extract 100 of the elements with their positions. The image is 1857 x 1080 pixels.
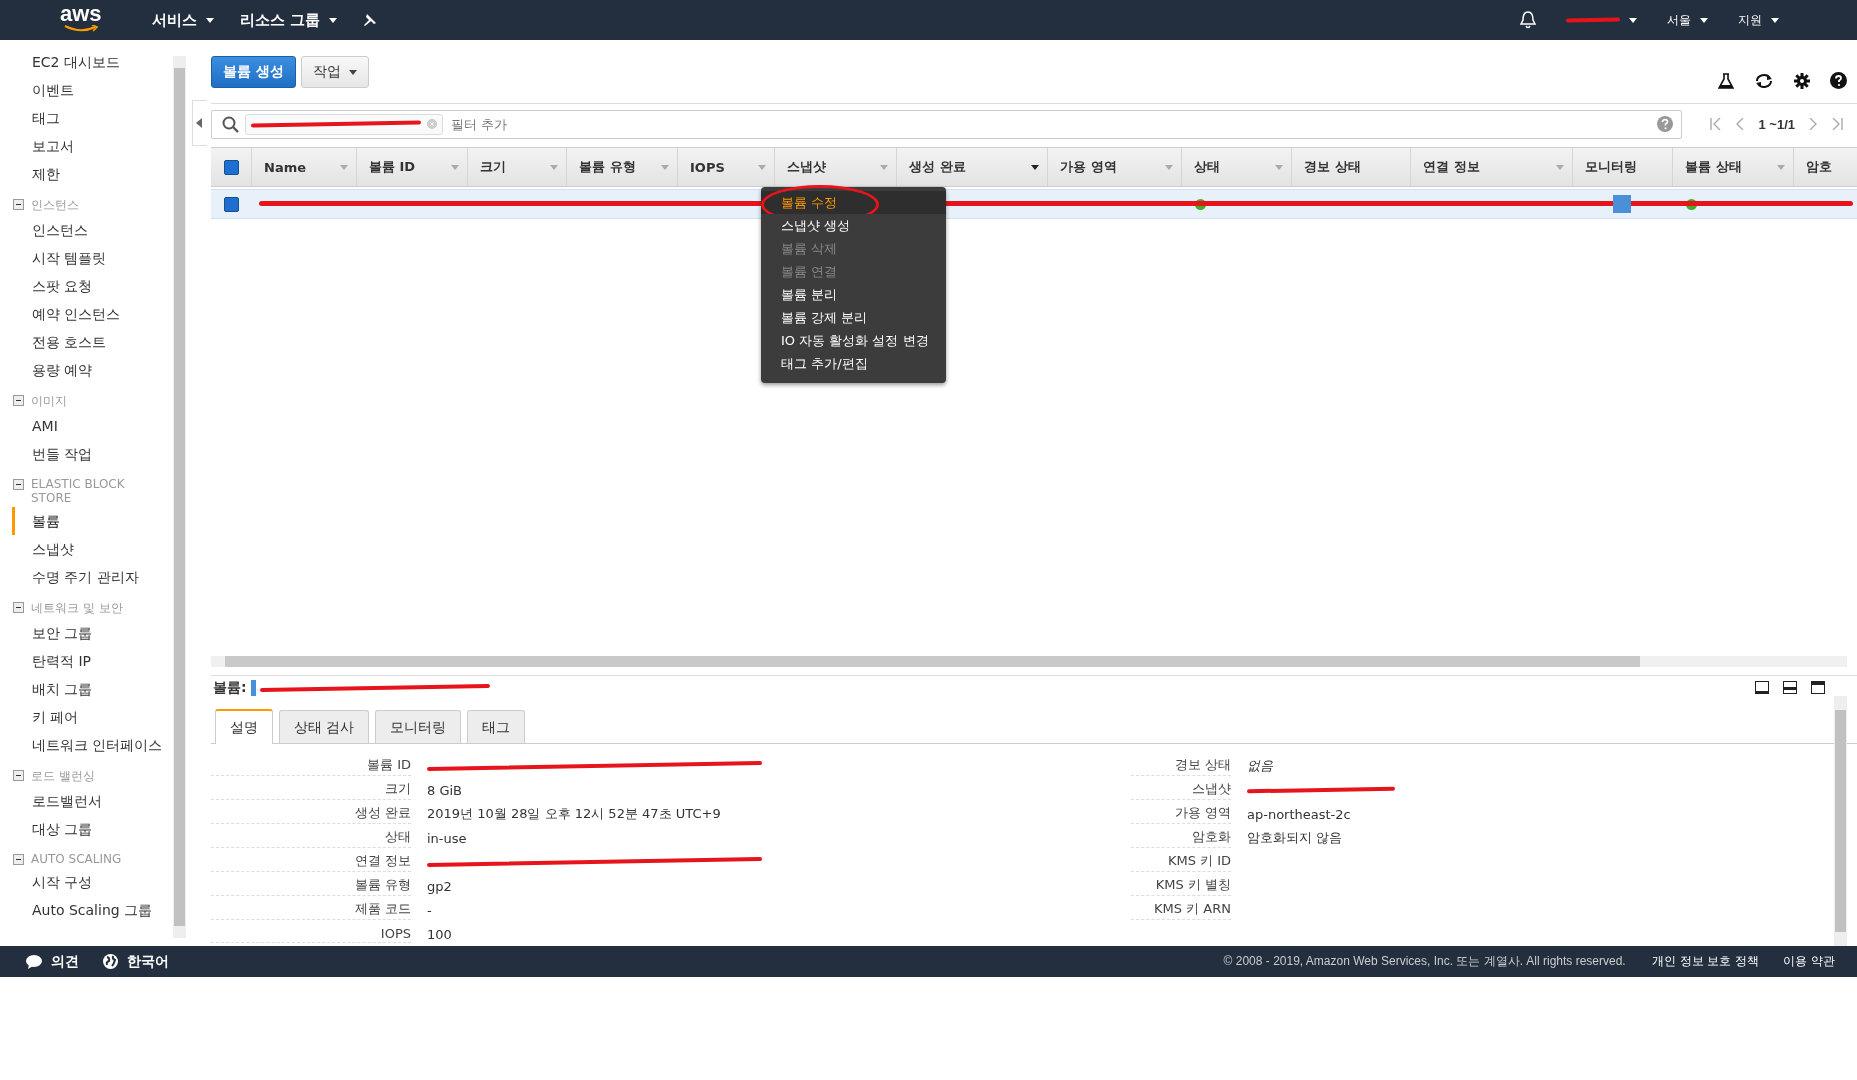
column-header[interactable]: IOPS — [677, 148, 774, 186]
sidebar-item[interactable]: 시작 구성 — [12, 868, 173, 896]
page-indicator: 1 ~1/1 — [1758, 116, 1795, 132]
section-heading: 이미지 — [31, 393, 68, 410]
pin-icon[interactable] — [362, 13, 377, 27]
sidebar-item[interactable]: 탄력적 IP — [12, 647, 173, 675]
menu-item[interactable]: 볼륨 분리 — [761, 283, 946, 306]
sidebar-item[interactable]: 예약 인스턴스 — [12, 300, 173, 328]
settings-icon[interactable] — [1794, 72, 1810, 89]
table-row[interactable] — [211, 189, 1857, 219]
field-value: 100 — [427, 926, 452, 942]
nav-menu[interactable]: 리소스 그룹 — [239, 10, 337, 30]
sidebar-item[interactable]: 태그 — [12, 104, 173, 132]
account-menu[interactable] — [1566, 17, 1637, 23]
sidebar-item[interactable]: Auto Scaling 그룹 — [12, 896, 173, 924]
menu-item[interactable]: 태그 추가/편집 — [761, 352, 946, 375]
sidebar-item[interactable]: 네트워크 인터페이스 — [12, 731, 173, 759]
sidebar-item[interactable]: 인스턴스 — [12, 216, 173, 244]
column-header[interactable]: 크기 — [467, 148, 566, 186]
vertical-scrollbar[interactable] — [1834, 696, 1847, 946]
aws-logo[interactable]: aws — [60, 7, 102, 33]
column-header[interactable]: 가용 영역 — [1047, 148, 1181, 186]
footer-link[interactable]: 이용 약관 — [1783, 953, 1835, 970]
menu-item[interactable]: 볼륨 강제 분리 — [761, 306, 946, 329]
filter-token[interactable] — [245, 113, 443, 135]
menu-item[interactable]: 스냅샷 생성 — [761, 214, 946, 237]
tab[interactable]: 설명 — [215, 709, 273, 744]
column-header[interactable]: 연결 정보 — [1410, 148, 1572, 186]
caret-icon — [348, 69, 357, 75]
sidebar-item[interactable]: 용량 예약 — [12, 356, 173, 384]
caret-icon — [196, 118, 204, 128]
column-header[interactable]: 볼륨 ID — [356, 148, 467, 186]
collapse-icon[interactable] — [13, 770, 24, 781]
select-all-checkbox[interactable] — [223, 159, 239, 175]
tab[interactable]: 상태 검사 — [279, 710, 370, 743]
sidebar-item[interactable]: 제한 — [12, 160, 173, 188]
sidebar-item[interactable]: AMI — [12, 412, 173, 440]
column-header[interactable]: 스냅샷 — [774, 148, 896, 186]
sidebar-item[interactable]: 보고서 — [12, 132, 173, 160]
sidebar-item[interactable]: 수명 주기 관리자 — [12, 563, 173, 591]
dock-top-icon[interactable] — [1811, 681, 1825, 694]
column-header[interactable]: Name — [251, 148, 356, 186]
field-label: 스냅샷 — [1131, 780, 1231, 800]
column-header[interactable]: 생성 완료 — [896, 148, 1047, 186]
column-header[interactable]: 볼륨 유형 — [566, 148, 677, 186]
field-label: KMS 키 ARN — [1131, 900, 1231, 920]
sidebar-item[interactable]: 대상 그룹 — [12, 815, 173, 843]
column-header[interactable]: 모니터링 — [1572, 148, 1672, 186]
sidebar-item[interactable]: 전용 호스트 — [12, 328, 173, 356]
collapse-button[interactable] — [192, 100, 207, 146]
help-icon[interactable] — [1830, 72, 1847, 89]
field-label: KMS 키 별칭 — [1131, 876, 1231, 896]
column-header[interactable]: 상태 — [1181, 148, 1291, 186]
field-label: 경보 상태 — [1131, 756, 1231, 776]
search-field[interactable]: 필터 추가 — [211, 109, 1683, 139]
collapse-icon[interactable] — [13, 199, 24, 210]
sidebar-item[interactable]: 키 페어 — [12, 703, 173, 731]
dock-bottom-icon[interactable] — [1755, 681, 1769, 694]
create-volume-button[interactable]: 볼륨 생성 — [211, 56, 296, 88]
sidebar-item[interactable]: 이벤트 — [12, 76, 173, 104]
field-label: 볼륨 ID — [211, 756, 411, 776]
column-header[interactable]: 암호 — [1793, 148, 1834, 186]
collapse-icon[interactable] — [13, 479, 24, 490]
filter-input[interactable]: 필터 추가 — [449, 115, 1652, 133]
sidebar-item[interactable]: EC2 대시보드 — [12, 48, 173, 76]
help-icon — [1657, 116, 1674, 132]
region-menu[interactable]: 서울 — [1667, 11, 1708, 29]
tab[interactable]: 태그 — [467, 710, 526, 743]
field-label: KMS 키 ID — [1131, 852, 1231, 872]
collapse-icon[interactable] — [13, 602, 24, 613]
support-menu[interactable]: 지원 — [1738, 11, 1779, 29]
collapse-icon[interactable] — [13, 854, 24, 865]
bell-icon[interactable] — [1520, 11, 1536, 29]
sidebar-item[interactable]: 배치 그룹 — [12, 675, 173, 703]
field-value: - — [427, 902, 432, 918]
sidebar-item[interactable]: 로드밸런서 — [12, 787, 173, 815]
sidebar-item[interactable]: 번들 작업 — [12, 440, 173, 468]
sidebar-item[interactable]: 스냅샷 — [12, 535, 173, 563]
sidebar-item[interactable]: 보안 그룹 — [12, 619, 173, 647]
menu-item[interactable]: 볼륨 수정 — [761, 191, 946, 214]
horizontal-scrollbar[interactable] — [211, 656, 1847, 667]
row-checkbox[interactable] — [223, 196, 239, 212]
sidebar-item[interactable]: 시작 템플릿 — [12, 244, 173, 272]
actions-dropdown[interactable]: 작업 — [300, 56, 369, 88]
language-selector[interactable]: 한국어 — [103, 952, 169, 971]
column-header[interactable]: 경보 상태 — [1291, 148, 1410, 186]
refresh-icon[interactable] — [1754, 72, 1774, 89]
field-label: 제품 코드 — [211, 900, 411, 920]
flask-icon[interactable] — [1718, 72, 1734, 89]
footer-link[interactable]: 개인 정보 보호 정책 — [1651, 953, 1760, 970]
dock-middle-icon[interactable] — [1783, 681, 1797, 694]
tab[interactable]: 모니터링 — [375, 710, 462, 743]
scrollbar-thumb[interactable] — [174, 68, 185, 926]
search-icon — [222, 115, 239, 133]
nav-menu[interactable]: 서비스 — [151, 10, 214, 30]
menu-item[interactable]: IO 자동 활성화 설정 변경 — [761, 329, 946, 352]
collapse-icon[interactable] — [13, 395, 24, 406]
feedback-link[interactable]: 의견 — [26, 952, 79, 971]
sidebar-item[interactable]: 스팟 요청 — [12, 272, 173, 300]
column-header[interactable]: 볼륨 상태 — [1672, 148, 1793, 186]
